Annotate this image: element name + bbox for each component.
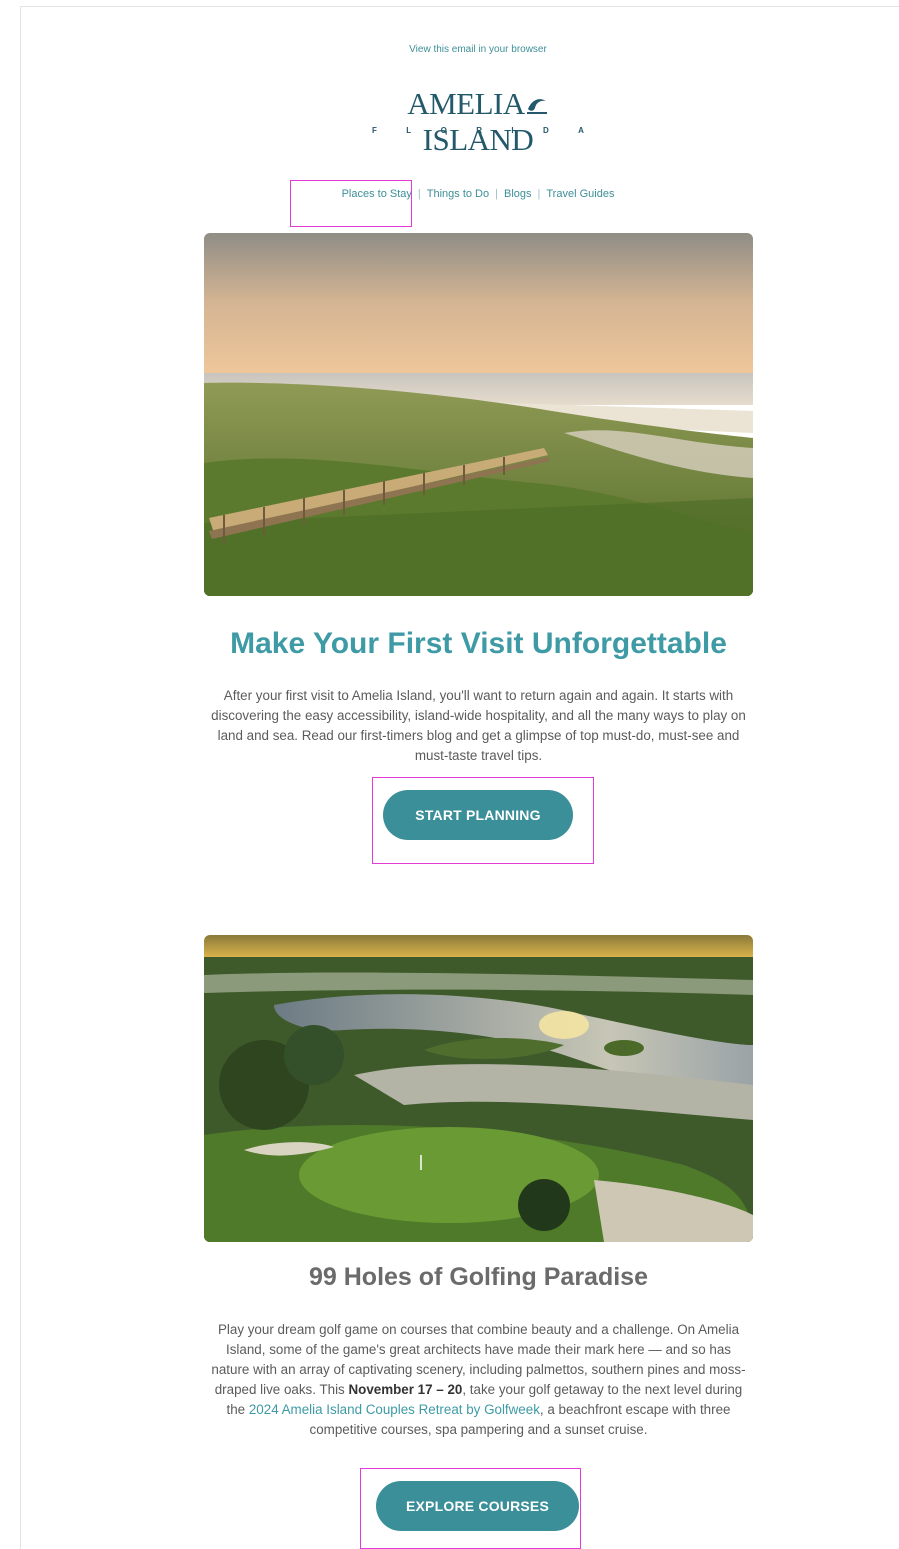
amelia-island-logo[interactable]: AMELIA ISLAND F L O R I D A	[368, 86, 588, 157]
wave-icon	[526, 99, 547, 114]
logo-letter: F	[372, 126, 377, 135]
logo-wordmark: AMELIA ISLAND	[368, 86, 588, 158]
nav-travel-guides[interactable]: Travel Guides	[546, 188, 614, 200]
beach-boardwalk-photo	[204, 233, 753, 596]
logo-letter: L	[406, 126, 412, 135]
golf-body-dates: November 17 – 20	[348, 1382, 463, 1397]
nav-separator: |	[537, 188, 541, 200]
logo-name-first: AMELIA	[407, 86, 525, 121]
highlight-box-nav	[290, 180, 412, 227]
nav-separator: |	[495, 188, 498, 200]
logo-letter: R	[476, 126, 482, 135]
highlight-box-start-planning	[372, 777, 594, 864]
logo-subtitle: F L O R I D A	[372, 126, 584, 135]
highlight-box-explore-courses	[360, 1468, 581, 1549]
view-in-browser-link[interactable]: View this email in your browser	[0, 44, 899, 55]
section-body-first-visit: After your first visit to Amelia Island,…	[211, 688, 746, 763]
nav-things-to-do[interactable]: Things to Do	[427, 188, 489, 200]
nav-separator: |	[417, 188, 421, 200]
top-nav: Places to Stay | Things to Do | Blogs | Travel…	[0, 188, 899, 200]
logo-letter: D	[542, 126, 549, 135]
logo-letter: A	[578, 126, 584, 135]
couples-retreat-link[interactable]: 2024 Amelia Island Couples Retreat by Go…	[249, 1402, 540, 1417]
logo-letter: I	[511, 126, 514, 135]
logo-letter: O	[440, 126, 447, 135]
golf-course-image[interactable]	[204, 935, 753, 1242]
nav-blogs[interactable]: Blogs	[504, 188, 532, 200]
section-body-golfing: Play your dream golf game on courses tha…	[206, 1320, 751, 1440]
golf-course-marsh-photo	[204, 935, 753, 1242]
section-title-first-visit: Make Your First Visit Unforgettable	[230, 627, 727, 660]
section-title-golfing: 99 Holes of Golfing Paradise	[309, 1263, 648, 1291]
beach-boardwalk-image[interactable]	[204, 233, 753, 596]
